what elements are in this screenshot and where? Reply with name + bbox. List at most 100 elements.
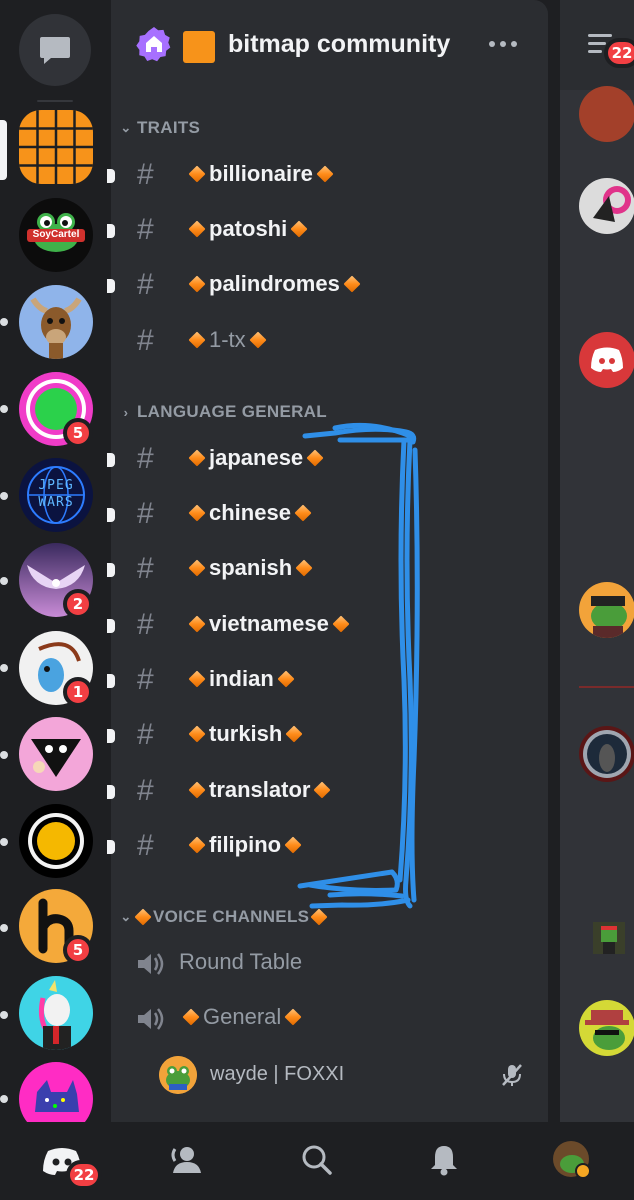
nav-search[interactable] [295, 1140, 339, 1180]
server-yellow-circle[interactable] [19, 804, 93, 878]
diamond-emoji [285, 725, 303, 743]
diamond-emoji [284, 836, 302, 854]
diamond-emoji [294, 504, 312, 522]
direct-messages-button[interactable] [19, 14, 91, 86]
jpeg-wars-logo-text: JPEG [38, 478, 74, 493]
mention-badge: 1 [63, 677, 93, 707]
member-list-peek: 22 [560, 0, 634, 1122]
channel-label: spanish [209, 555, 293, 580]
unread-indicator [107, 563, 115, 577]
member-avatar[interactable] [593, 922, 625, 954]
diamond-emoji [188, 220, 206, 238]
diamond-emoji [188, 504, 206, 522]
more-icon[interactable] [489, 32, 529, 56]
member-avatar[interactable] [579, 1000, 634, 1056]
server-triangle[interactable] [19, 717, 93, 791]
active-server-indicator [0, 120, 7, 180]
channel-japanese[interactable]: # japanese [107, 434, 548, 486]
rail-separator [37, 100, 73, 102]
diamond-emoji [306, 449, 324, 467]
diamond-emoji [188, 836, 206, 854]
diamond-emoji [188, 559, 206, 577]
friends-icon [171, 1147, 201, 1173]
unread-indicator [0, 924, 8, 932]
member-avatar[interactable] [579, 582, 634, 638]
channel-filipino[interactable]: # filipino [107, 821, 548, 873]
chevron-down-icon: ⌄ [120, 120, 132, 135]
channel-1-tx[interactable]: # 1-tx [111, 316, 548, 368]
divider [579, 686, 634, 688]
diamond-emoji [249, 331, 267, 349]
nav-profile[interactable] [550, 1140, 594, 1180]
server-unicorn[interactable] [19, 976, 93, 1050]
channel-label: billionaire [209, 161, 313, 186]
server-rail: SoyCartel 5 JPEG WARS 2 1 5 [0, 0, 110, 1136]
chevron-right-icon: › [123, 404, 129, 420]
nav-notifications[interactable] [422, 1140, 466, 1180]
hash-icon: # [137, 324, 154, 357]
unread-indicator [107, 619, 115, 633]
soycartel-logo-text: SoyCartel [32, 229, 80, 240]
member-avatar[interactable] [579, 332, 634, 388]
category-language-general[interactable]: › LANGUAGE GENERAL [117, 402, 327, 422]
member-avatar[interactable] [579, 178, 634, 234]
hash-icon: # [137, 158, 154, 191]
avatar [553, 1141, 591, 1179]
home-icon [136, 27, 171, 62]
server-fish[interactable]: 1 [19, 631, 93, 707]
notification-badge: 22 [66, 1160, 102, 1190]
hash-icon: # [137, 774, 154, 807]
channel-label: patoshi [209, 216, 288, 241]
server-jpeg-wars[interactable]: JPEG WARS [19, 458, 93, 532]
diamond-emoji [188, 781, 206, 799]
channel-indian[interactable]: # indian [107, 655, 548, 707]
avatar [159, 1056, 197, 1094]
server-soycartel[interactable]: SoyCartel [19, 198, 93, 272]
channel-billionaire[interactable]: # billionaire [107, 150, 548, 202]
diamond-emoji [188, 275, 206, 293]
nav-friends[interactable] [165, 1140, 209, 1180]
server-avatar: SoyCartel [19, 198, 93, 272]
channel-label: palindromes [209, 271, 340, 296]
voice-channel-round-table[interactable]: Round Table [111, 938, 548, 990]
diamond-emoji [332, 615, 350, 633]
hash-icon: # [137, 663, 154, 696]
bottom-nav: 22 [0, 1122, 634, 1200]
unread-indicator [107, 508, 115, 522]
channel-palindromes[interactable]: # palindromes [107, 260, 548, 312]
category-voice-channels[interactable]: ⌄ VOICE CHANNELS [117, 907, 328, 927]
hash-icon: # [137, 497, 154, 530]
diamond-emoji [188, 165, 206, 183]
members-header[interactable]: 22 [560, 0, 634, 90]
chevron-down-icon: ⌄ [120, 909, 132, 924]
voice-channel-general[interactable]: General [111, 993, 548, 1045]
server-bitmap[interactable] [19, 110, 93, 184]
voice-user[interactable]: wayde | FOXXI [159, 1056, 539, 1100]
channel-label: General [203, 1004, 282, 1029]
diamond-emoji [188, 615, 206, 633]
channel-patoshi[interactable]: # patoshi [107, 205, 548, 257]
category-label: TRAITS [137, 118, 201, 137]
category-label: LANGUAGE GENERAL [137, 402, 327, 421]
server-avatar [19, 976, 93, 1050]
channel-chinese[interactable]: # chinese [107, 489, 548, 541]
server-wings[interactable]: 2 [19, 543, 93, 619]
diamond-emoji [188, 725, 206, 743]
hash-icon: # [137, 608, 154, 641]
server-green-circle[interactable]: 5 [19, 372, 93, 448]
member-avatar[interactable] [579, 86, 634, 142]
category-traits[interactable]: ⌄ TRAITS [117, 118, 200, 138]
server-header[interactable]: bitmap community [111, 0, 548, 92]
channel-spanish[interactable]: # spanish [107, 544, 548, 596]
member-avatar[interactable] [579, 726, 634, 782]
unread-indicator [107, 674, 115, 688]
jpeg-wars-logo-text: WARS [38, 495, 74, 510]
channel-translator[interactable]: # translator [107, 766, 548, 818]
channel-turkish[interactable]: # turkish [107, 710, 548, 762]
server-moose[interactable] [19, 285, 93, 359]
unread-indicator [0, 1095, 8, 1103]
channel-label: turkish [209, 721, 283, 746]
unread-indicator [0, 664, 8, 672]
server-h[interactable]: 5 [19, 889, 93, 965]
channel-vietnamese[interactable]: # vietnamese [107, 600, 548, 652]
